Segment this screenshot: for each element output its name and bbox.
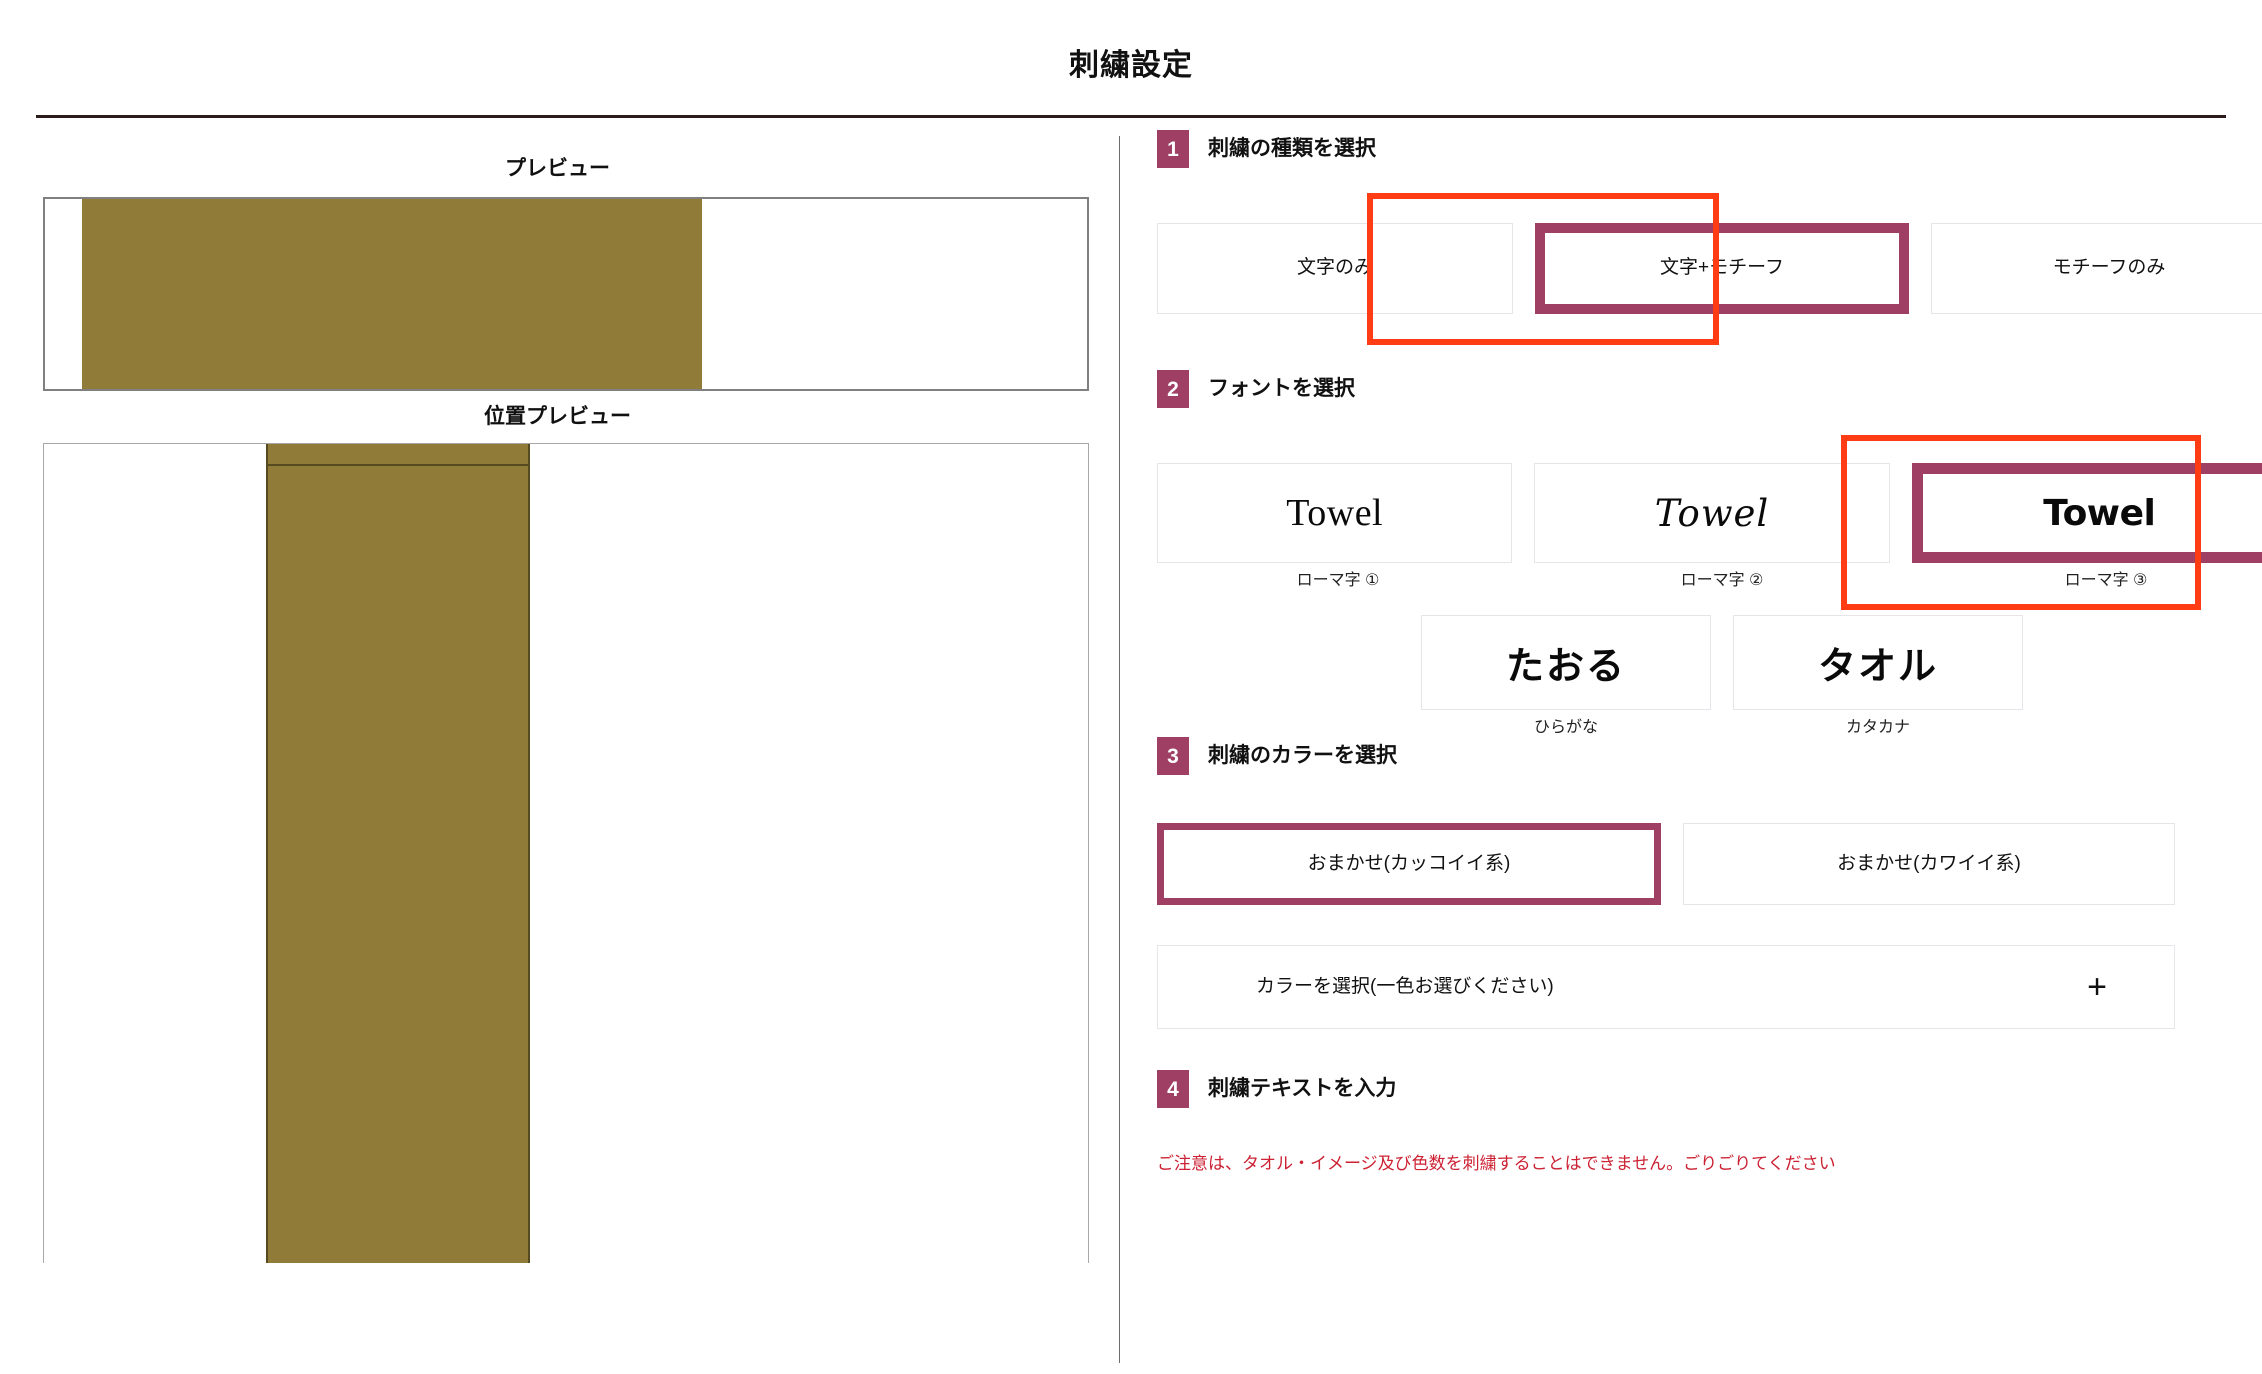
- font-option-romaji-1[interactable]: Towel: [1157, 463, 1513, 563]
- color-preset-options: おまかせ(カッコイイ系) おまかせ(カワイイ系): [1157, 823, 2175, 905]
- step-2-title: フォントを選択: [1208, 377, 1355, 401]
- option-label: モチーフのみ: [2052, 257, 2166, 279]
- plus-icon[interactable]: +: [2087, 970, 2107, 1004]
- settings-panel: 1 刺繍の種類を選択 文字のみ 文字+モチーフ モチーフのみ 2 フォントを選択…: [1120, 118, 2262, 1173]
- font-sample: たおる: [1505, 644, 1626, 688]
- step-4-badge: 4: [1157, 1070, 1189, 1108]
- font-caption-katakana: カタカナ: [1845, 719, 1910, 736]
- embroidery-type-motif-only[interactable]: モチーフのみ: [1931, 223, 2262, 314]
- step-1-header: 1 刺繍の種類を選択: [1157, 130, 1376, 168]
- position-preview-canvas[interactable]: [43, 443, 1089, 1264]
- column-divider: [1119, 136, 1120, 1363]
- page-header: 刺繍設定: [0, 0, 2262, 84]
- step-2-badge: 2: [1157, 370, 1189, 408]
- preview-label: プレビュー: [505, 157, 610, 180]
- color-preset-cool[interactable]: おまかせ(カッコイイ系): [1157, 823, 1661, 905]
- page-title: 刺繍設定: [1069, 49, 1193, 82]
- embroidery-text-warning-note: ご注意は、タオル・イメージ及び色数を刺繍することはできません。ごりごりてください: [1157, 1154, 1836, 1173]
- font-caption-hiragana: ひらがな: [1533, 719, 1598, 736]
- option-label: 文字のみ: [1296, 257, 1373, 279]
- step-1-badge: 1: [1157, 130, 1189, 168]
- body-wrapper: プレビュー 位置プレビュー 1 刺繍の種類を選択 文字のみ 文字+モチーフ モチ…: [0, 118, 2262, 1363]
- font-options-row-2: たおる タオル: [1157, 615, 2262, 710]
- step-3-title: 刺繍のカラーを選択: [1208, 744, 1397, 768]
- font-option-hiragana[interactable]: たおる: [1421, 615, 1711, 710]
- font-option-romaji-2[interactable]: Towel: [1534, 463, 1890, 563]
- color-picker-label: カラーを選択(一色お選びください): [1256, 975, 1554, 997]
- font-captions-row-2: ひらがな カタカナ: [1157, 718, 2262, 737]
- font-caption-romaji-1: ローマ字 ①: [1296, 572, 1380, 589]
- step-4-title: 刺繍テキストを入力: [1208, 1077, 1397, 1101]
- font-sample: Towel: [1286, 492, 1384, 534]
- font-option-romaji-3[interactable]: Towel: [1911, 463, 2262, 563]
- embroidery-preview-canvas[interactable]: [43, 197, 1089, 392]
- font-option-katakana[interactable]: タオル: [1733, 615, 2023, 710]
- step-3-header: 3 刺繍のカラーを選択: [1157, 737, 1397, 775]
- color-picker-dropdown[interactable]: カラーを選択(一色お選びください) +: [1157, 945, 2175, 1029]
- step-1-title: 刺繍の種類を選択: [1208, 137, 1376, 161]
- towel-hem-band: [268, 464, 528, 467]
- font-captions-row-1: ローマ字 ① ローマ字 ② ローマ字 ③: [1157, 571, 2262, 590]
- step-3-badge: 3: [1157, 737, 1189, 775]
- embroidery-type-text-only[interactable]: 文字のみ: [1157, 223, 1513, 314]
- preview-panel: プレビュー 位置プレビュー: [0, 118, 1115, 1264]
- embroidery-type-text-and-motif[interactable]: 文字+モチーフ: [1535, 223, 1909, 314]
- embroidery-type-options: 文字のみ 文字+モチーフ モチーフのみ: [1157, 223, 2262, 314]
- option-label: おまかせ(カッコイイ系): [1307, 852, 1511, 874]
- color-preset-cute[interactable]: おまかせ(カワイイ系): [1683, 823, 2175, 905]
- step-4-header: 4 刺繍テキストを入力: [1157, 1070, 1396, 1108]
- font-options-row-1: Towel Towel Towel: [1157, 463, 2262, 563]
- position-preview-label: 位置プレビュー: [484, 405, 631, 429]
- option-label: 文字+モチーフ: [1660, 257, 1784, 279]
- preview-color-swatch: [82, 199, 702, 390]
- font-sample: Towel: [1654, 491, 1770, 535]
- font-caption-romaji-3: ローマ字 ③: [2064, 572, 2148, 589]
- font-caption-romaji-2: ローマ字 ②: [1680, 572, 1764, 589]
- towel-illustration: [266, 444, 530, 1264]
- option-label: おまかせ(カワイイ系): [1837, 852, 2021, 874]
- font-sample: Towel: [2043, 492, 2156, 534]
- step-2-header: 2 フォントを選択: [1157, 370, 1355, 408]
- font-sample: タオル: [1817, 644, 1938, 688]
